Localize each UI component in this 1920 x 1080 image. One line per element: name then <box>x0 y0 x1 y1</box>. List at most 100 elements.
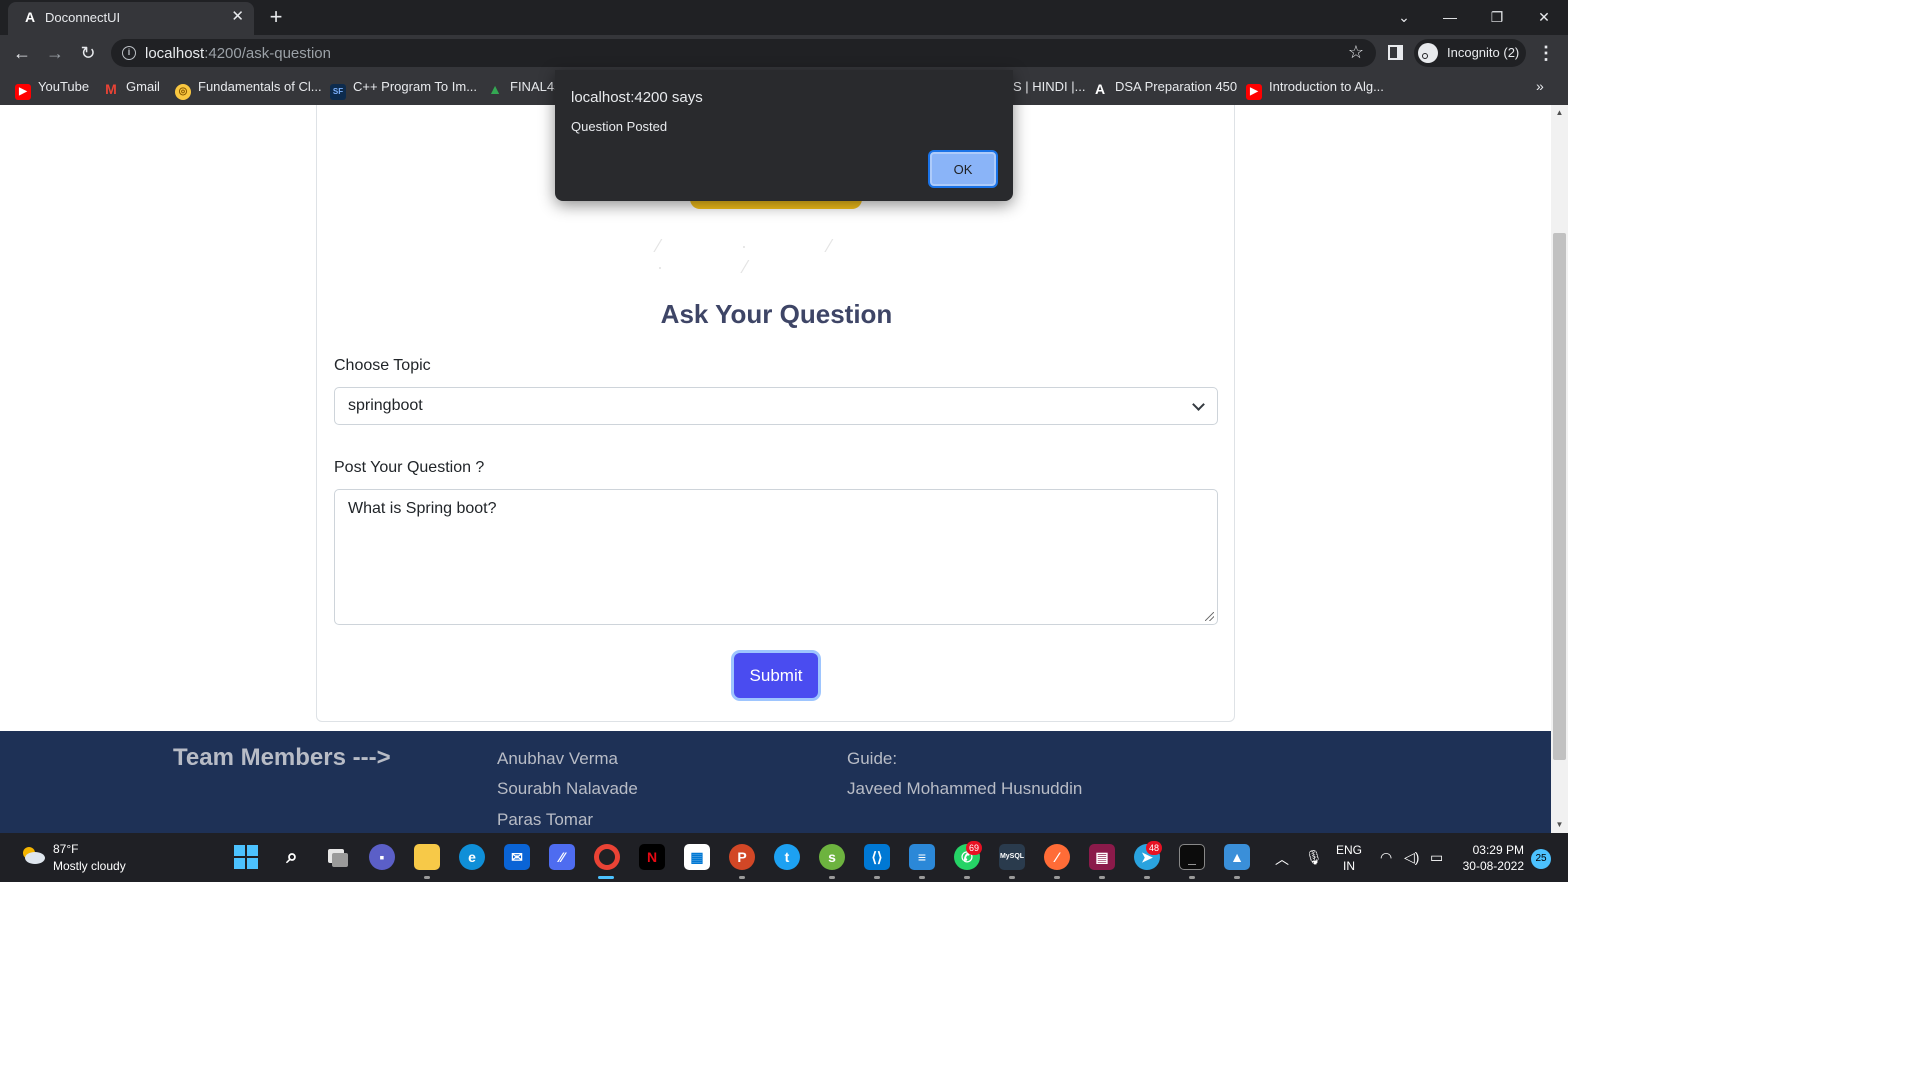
clock-time: 03:29 PM <box>1472 843 1524 857</box>
browser-tab[interactable]: A DoconnectUI ✕ <box>8 2 254 35</box>
guide-name: Javeed Mohammed Husnuddin <box>847 779 1083 798</box>
side-panel-icon[interactable] <box>1388 45 1403 60</box>
app-running-indicator <box>829 876 835 879</box>
bookmark-dsa-preparation[interactable]: A DSA Preparation 450 <box>1092 79 1237 97</box>
bookmark-hindi[interactable]: S | HINDI |... <box>1013 79 1085 97</box>
resize-handle-icon[interactable] <box>1205 612 1214 621</box>
youtube-icon: ▶ <box>1246 84 1262 100</box>
bookmark-gmail[interactable]: M Gmail <box>103 79 160 97</box>
question-text: What is Spring boot? <box>348 500 497 517</box>
submit-button[interactable]: Submit <box>734 653 818 698</box>
bookmark-introduction-alg[interactable]: ▶ Introduction to Alg... <box>1246 79 1384 100</box>
bookmark-youtube[interactable]: ▶ YouTube <box>15 79 89 100</box>
more-bookmarks-icon[interactable]: » <box>1536 78 1544 94</box>
netflix-icon[interactable]: N <box>639 844 665 870</box>
chevron-up-icon[interactable]: ︿ <box>1275 849 1289 869</box>
wifi-icon[interactable]: ◠ <box>1380 849 1392 866</box>
app-running-indicator <box>964 876 970 879</box>
minimize-button[interactable]: — <box>1435 4 1465 30</box>
team-member: Anubhav Verma <box>497 749 618 768</box>
battery-icon[interactable]: ▭ <box>1430 849 1443 866</box>
bookmark-final45[interactable]: ▲ FINAL45 <box>487 79 561 97</box>
site-info-icon[interactable]: i <box>122 46 136 60</box>
tab-search-icon[interactable]: ⌄ <box>1389 4 1419 30</box>
clock[interactable]: 03:29 PM 30-08-2022 <box>1458 842 1524 874</box>
app-running-indicator <box>1054 876 1060 879</box>
url-text: localhost:4200/ask-question <box>145 45 331 62</box>
app-running-indicator <box>1234 876 1240 879</box>
footer-title: Team Members ---> <box>173 744 391 771</box>
powerautomate-icon[interactable]: ⁄⁄ <box>549 844 575 870</box>
page-title: Ask Your Question <box>660 299 893 329</box>
angular-icon: A <box>1094 81 1106 97</box>
notepad-icon[interactable]: ≡ <box>909 844 935 870</box>
file-explorer-icon[interactable] <box>414 844 440 870</box>
weather-temperature[interactable]: 87°F <box>53 842 78 856</box>
scrollbar-thumb[interactable] <box>1553 233 1566 760</box>
weather-description[interactable]: Mostly cloudy <box>53 859 126 873</box>
incognito-icon <box>1418 43 1438 63</box>
team-member: Paras Tomar <box>497 810 594 829</box>
edge-icon[interactable]: e <box>459 844 485 870</box>
bookmark-fundamentals[interactable]: ◎ Fundamentals of Cl... <box>175 79 322 100</box>
spring-tool-suite-icon[interactable]: s <box>819 844 845 870</box>
microsoft-store-icon[interactable]: ▦ <box>684 844 710 870</box>
restore-button[interactable]: ❐ <box>1482 4 1512 30</box>
close-window-button[interactable]: ✕ <box>1529 4 1559 30</box>
page-content: ⁄ · ⁄ · ⁄ Ask Your Question Choose Topic… <box>0 105 1551 833</box>
clock-date: 30-08-2022 <box>1462 859 1524 873</box>
url-path: :4200/ask-question <box>204 45 331 62</box>
question-textarea[interactable]: What is Spring boot? <box>334 489 1218 625</box>
language-indicator[interactable]: ENG IN <box>1336 842 1362 874</box>
postman-icon[interactable]: ⁄ <box>1044 844 1070 870</box>
close-icon[interactable]: ✕ <box>231 9 244 25</box>
footer: Team Members ---> Anubhav Verma Sourabh … <box>0 731 1551 833</box>
page-scrollbar[interactable]: ▲ ▼ <box>1551 105 1568 833</box>
topic-select-value: springboot <box>348 397 423 414</box>
mail-icon[interactable]: ✉ <box>504 844 530 870</box>
vscode-icon[interactable]: ⟨⟩ <box>864 844 890 870</box>
browser-toolbar: ← → ↻ i localhost:4200/ask-question ☆ In… <box>0 35 1568 71</box>
incognito-profile-button[interactable]: Incognito (2) <box>1414 39 1526 67</box>
app-running-indicator <box>739 876 745 879</box>
question-label: Post Your Question ? <box>334 459 485 476</box>
ok-button[interactable]: OK <box>930 152 996 186</box>
dialog-title: localhost:4200 says <box>571 89 703 106</box>
banner-decoration: ⁄ · ⁄ · ⁄ <box>657 236 870 277</box>
app-running-indicator <box>874 876 880 879</box>
alert-dialog: localhost:4200 says Question Posted OK <box>555 70 1013 201</box>
windows-taskbar: 87°F Mostly cloudy ⌕ ▪ e ✉ ⁄⁄ N ▦ P t s … <box>0 833 1568 882</box>
winrar-icon[interactable]: ▤ <box>1089 844 1115 870</box>
address-bar[interactable]: i localhost:4200/ask-question ☆ <box>111 39 1376 67</box>
new-tab-button[interactable]: + <box>264 5 288 29</box>
back-icon[interactable]: ← <box>8 39 36 67</box>
topic-select[interactable]: springboot <box>334 387 1218 425</box>
photos-icon[interactable]: ▲ <box>1224 844 1250 870</box>
scroll-up-icon[interactable]: ▲ <box>1551 105 1568 121</box>
topic-label: Choose Topic <box>334 357 431 374</box>
browser-menu-icon[interactable]: ⋮ <box>1536 39 1556 67</box>
app-running-indicator <box>1099 876 1105 879</box>
terminal-icon[interactable]: _ <box>1179 844 1205 870</box>
scroll-down-icon[interactable]: ▼ <box>1551 817 1568 833</box>
gfg-icon: SF <box>330 84 346 100</box>
volume-icon[interactable]: ◁) <box>1404 849 1419 866</box>
forward-icon[interactable]: → <box>41 39 69 67</box>
telegram-badge: 48 <box>1146 841 1163 855</box>
task-view-icon[interactable] <box>324 844 350 870</box>
twitter-icon[interactable]: t <box>774 844 800 870</box>
app-running-indicator <box>1009 876 1015 879</box>
search-icon[interactable]: ⌕ <box>279 844 305 870</box>
microphone-icon[interactable]: 🎙 <box>1305 849 1323 866</box>
bookmark-star-icon[interactable]: ☆ <box>1348 42 1364 63</box>
mysql-workbench-icon[interactable]: MySQL <box>999 844 1025 870</box>
bookmark-cpp-program[interactable]: SF C++ Program To Im... <box>330 79 477 100</box>
start-icon[interactable] <box>233 844 259 870</box>
teams-chat-icon[interactable]: ▪ <box>369 844 395 870</box>
notification-badge[interactable]: 25 <box>1531 849 1551 869</box>
cloudy-weather-icon[interactable] <box>20 845 46 865</box>
chrome-icon[interactable] <box>594 844 620 870</box>
tab-title: DoconnectUI <box>45 10 121 25</box>
reload-icon[interactable]: ↻ <box>74 39 102 67</box>
powerpoint-icon[interactable]: P <box>729 844 755 870</box>
